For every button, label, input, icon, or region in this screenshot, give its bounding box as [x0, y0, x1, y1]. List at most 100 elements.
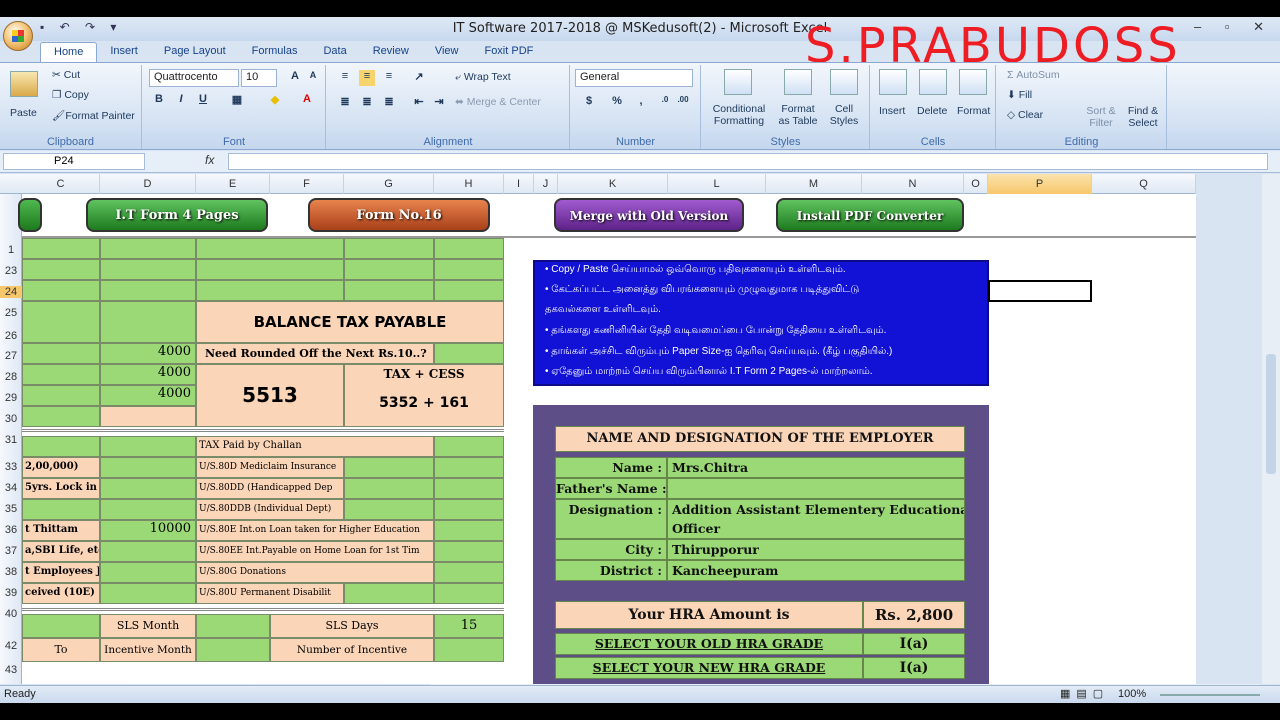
sort-filter-button[interactable]: Sort & Filter — [1081, 105, 1121, 129]
office-button-icon[interactable] — [3, 21, 33, 51]
row-1[interactable]: 1 — [0, 244, 22, 256]
orientation-icon[interactable]: ↗ — [411, 70, 427, 86]
father-name-field[interactable] — [667, 478, 965, 499]
format-as-table-button[interactable]: Format as Table — [776, 103, 820, 127]
cell-h25[interactable] — [434, 280, 504, 301]
align-left-icon[interactable]: ≣ — [337, 95, 353, 111]
cell-e23[interactable] — [196, 238, 344, 259]
row-38[interactable]: 38 — [0, 566, 22, 578]
col-l[interactable]: L — [668, 174, 766, 194]
paste-button[interactable]: Paste — [10, 107, 37, 119]
cell-h23[interactable] — [434, 238, 504, 259]
vertical-scrollbar[interactable] — [1262, 174, 1280, 684]
row-39[interactable]: 39 — [0, 587, 22, 599]
cell-styles-button[interactable]: Cell Styles — [824, 103, 864, 127]
tab-review[interactable]: Review — [360, 42, 422, 62]
borders-icon[interactable]: ▦ — [229, 93, 245, 109]
cell-d40[interactable] — [100, 583, 196, 604]
conditional-formatting-button[interactable]: Conditional Formatting — [708, 103, 770, 127]
cell-g40[interactable] — [344, 583, 434, 604]
cell-h42[interactable]: 15 — [434, 614, 504, 638]
align-middle-icon[interactable]: ≡ — [359, 70, 375, 86]
col-k[interactable]: K — [558, 174, 668, 194]
row-25[interactable]: 25 — [0, 307, 22, 319]
insert-function-button[interactable]: fx — [205, 153, 214, 167]
font-color-icon[interactable]: A — [299, 93, 315, 109]
cut-button[interactable]: ✂ Cut — [52, 69, 80, 81]
new-hra-grade-select[interactable]: I(a) — [863, 657, 965, 679]
cell-d38[interactable] — [100, 541, 196, 562]
quick-access-toolbar[interactable]: ▪ ↶ ↷ ▾ — [40, 20, 122, 34]
find-select-button[interactable]: Find & Select — [1123, 105, 1163, 129]
outdent-icon[interactable]: ⇥ — [431, 95, 447, 111]
tab-view[interactable]: View — [422, 42, 472, 62]
cell-c36[interactable] — [22, 499, 100, 520]
col-m[interactable]: M — [766, 174, 862, 194]
row-28[interactable]: 28 — [0, 371, 22, 383]
rounded-off-input[interactable] — [434, 343, 504, 364]
tab-foxit-pdf[interactable]: Foxit PDF — [471, 42, 546, 62]
merge-old-version-button[interactable]: Merge with Old Version — [554, 198, 744, 232]
cell-g36[interactable] — [344, 499, 434, 520]
font-name-select[interactable]: Quattrocento — [149, 69, 239, 87]
percent-button[interactable]: % — [609, 95, 625, 111]
format-table-icon[interactable] — [784, 69, 812, 95]
col-p[interactable]: P — [988, 174, 1092, 194]
row-43[interactable]: 43 — [0, 664, 22, 676]
format-cells-icon[interactable] — [959, 69, 987, 95]
align-bottom-icon[interactable]: ≡ — [381, 70, 397, 86]
cell-h24[interactable] — [434, 259, 504, 280]
cell-h43[interactable] — [434, 638, 504, 662]
font-size-select[interactable]: 10 — [241, 69, 277, 87]
insert-button[interactable]: Insert — [879, 105, 905, 117]
cell-c29[interactable] — [22, 364, 100, 385]
copy-button[interactable]: ❐ Copy — [52, 89, 89, 101]
col-g[interactable]: G — [344, 174, 434, 194]
zoom-level[interactable]: 100% — [1118, 688, 1146, 700]
cell-d30[interactable]: 4000 — [100, 385, 196, 406]
cell-g35[interactable] — [344, 478, 434, 499]
designation-field[interactable]: Addition Assistant Elementery Educationa… — [667, 499, 965, 539]
cell-h33[interactable] — [434, 436, 504, 457]
align-center-icon[interactable]: ≣ — [359, 95, 375, 111]
cell-h37[interactable] — [434, 520, 504, 541]
comma-icon[interactable]: , — [633, 95, 649, 111]
view-buttons[interactable]: ▦▤▢ — [1060, 687, 1109, 700]
fill-button[interactable]: ⬇ Fill — [1007, 89, 1032, 101]
cell-e43[interactable] — [196, 638, 270, 662]
italic-button[interactable]: I — [173, 93, 189, 109]
row-26[interactable]: 26 — [0, 330, 22, 342]
shrink-font-icon[interactable]: A — [305, 70, 321, 86]
cell-d31[interactable] — [100, 406, 196, 427]
fill-color-icon[interactable]: ◆ — [267, 93, 283, 109]
cell-d34[interactable] — [100, 457, 196, 478]
align-right-icon[interactable]: ≣ — [381, 95, 397, 111]
vertical-scroll-thumb[interactable] — [1266, 354, 1276, 474]
employer-name-field[interactable]: Mrs.Chitra — [667, 457, 965, 478]
cell-d29[interactable]: 4000 — [100, 364, 196, 385]
selected-cell-p24[interactable] — [988, 280, 1092, 302]
currency-icon[interactable]: $ — [581, 95, 597, 111]
tab-page-layout[interactable]: Page Layout — [151, 42, 239, 62]
formula-input[interactable] — [228, 153, 1268, 170]
cell-h40[interactable] — [434, 583, 504, 604]
col-i[interactable]: I — [504, 174, 534, 194]
decrease-decimal-icon[interactable]: .00 — [675, 95, 691, 111]
grow-font-icon[interactable]: A — [287, 70, 303, 86]
tab-insert[interactable]: Insert — [97, 42, 151, 62]
cell-e24[interactable] — [196, 259, 344, 280]
col-d[interactable]: D — [100, 174, 196, 194]
col-j[interactable]: J — [534, 174, 558, 194]
delete-cells-icon[interactable] — [919, 69, 947, 95]
cell-d39[interactable] — [100, 562, 196, 583]
cell-d26[interactable] — [100, 301, 196, 343]
cell-g34[interactable] — [344, 457, 434, 478]
cell-d24[interactable] — [100, 259, 196, 280]
autosum-button[interactable]: Σ AutoSum — [1007, 69, 1060, 81]
cell-h36[interactable] — [434, 499, 504, 520]
row-34[interactable]: 34 — [0, 482, 22, 494]
cell-h35[interactable] — [434, 478, 504, 499]
cell-d36[interactable] — [100, 499, 196, 520]
row-29[interactable]: 29 — [0, 392, 22, 404]
district-field[interactable]: Kancheepuram — [667, 560, 965, 581]
